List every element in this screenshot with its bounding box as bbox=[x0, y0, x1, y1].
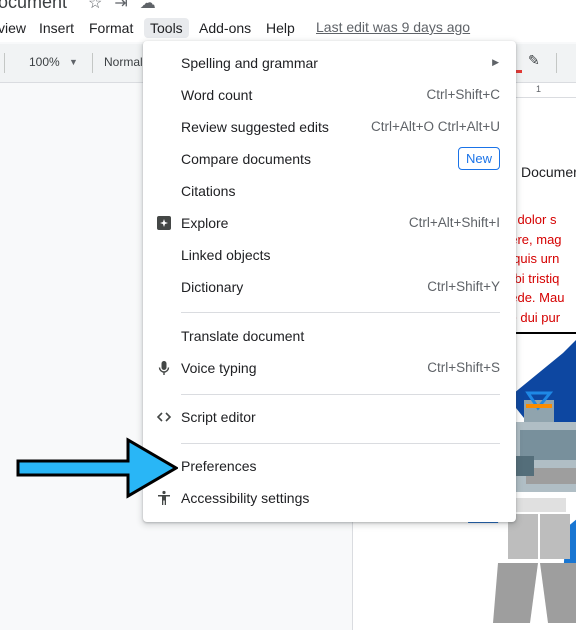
menu-item-label: Voice typing bbox=[181, 360, 257, 376]
document-title[interactable]: ocument bbox=[0, 0, 67, 13]
menu-item-label: Explore bbox=[181, 215, 229, 231]
menu-item-translate-document[interactable]: Translate document bbox=[143, 321, 516, 353]
submenu-arrow-icon: ▶ bbox=[492, 57, 499, 67]
menu-item-shortcut: Ctrl+Shift+Y bbox=[427, 279, 500, 294]
menu-help[interactable]: Help bbox=[266, 20, 295, 36]
menu-item-linked-objects[interactable]: Linked objects bbox=[143, 240, 516, 272]
menu-format[interactable]: Format bbox=[89, 20, 133, 36]
menu-divider bbox=[181, 443, 500, 444]
menu-item-accessibility-settings[interactable]: Accessibility settings bbox=[143, 483, 516, 515]
menu-item-label: Script editor bbox=[181, 409, 256, 425]
menu-item-label: Review suggested edits bbox=[181, 119, 329, 135]
document-heading: Documer bbox=[521, 164, 576, 180]
menu-item-shortcut: Ctrl+Alt+Shift+I bbox=[408, 215, 500, 230]
editing-mode-pencil-icon[interactable]: ✎ bbox=[528, 52, 540, 69]
menu-item-label: Preferences bbox=[181, 458, 257, 474]
callout-arrow-icon bbox=[16, 437, 178, 499]
title-icons: ☆ ⇥ ☁ bbox=[88, 0, 156, 13]
menu-item-label: Linked objects bbox=[181, 247, 271, 263]
menu-item-review-suggested-edits[interactable]: Review suggested edits Ctrl+Alt+O Ctrl+A… bbox=[143, 112, 516, 144]
menu-item-label: Word count bbox=[181, 87, 253, 103]
microphone-icon bbox=[156, 360, 172, 376]
menu-item-script-editor[interactable]: Script editor bbox=[143, 402, 516, 434]
menu-item-word-count[interactable]: Word count Ctrl+Shift+C bbox=[143, 80, 516, 112]
menu-item-preferences[interactable]: Preferences bbox=[143, 451, 516, 483]
toolbar-divider bbox=[92, 53, 93, 73]
menu-item-label: Translate document bbox=[181, 328, 305, 344]
menu-item-compare-documents[interactable]: Compare documents New bbox=[143, 144, 516, 176]
menu-insert[interactable]: Insert bbox=[39, 20, 74, 36]
menu-divider bbox=[181, 394, 500, 395]
ruler-mark: 1 bbox=[536, 84, 542, 94]
menu-item-voice-typing[interactable]: Voice typing Ctrl+Shift+S bbox=[143, 353, 516, 385]
menu-item-spelling-grammar[interactable]: Spelling and grammar ▶ bbox=[143, 48, 516, 80]
menu-item-label: Dictionary bbox=[181, 279, 244, 295]
move-icon[interactable]: ⇥ bbox=[114, 0, 127, 13]
cloud-icon[interactable]: ☁ bbox=[140, 0, 156, 13]
last-edit-link[interactable]: Last edit was 9 days ago bbox=[316, 19, 470, 35]
menu-item-label: Citations bbox=[181, 183, 236, 199]
menu-item-label: Compare documents bbox=[181, 151, 311, 167]
menu-item-citations[interactable]: Citations bbox=[143, 176, 516, 208]
menu-item-shortcut: Ctrl+Shift+S bbox=[427, 360, 500, 375]
menu-item-label: Accessibility settings bbox=[181, 490, 310, 506]
tools-menu: Spelling and grammar ▶ Word count Ctrl+S… bbox=[143, 41, 516, 522]
ruler: 1 bbox=[510, 83, 576, 98]
zoom-select[interactable]: 100% bbox=[29, 55, 60, 69]
new-badge: New bbox=[457, 147, 500, 170]
menu-item-dictionary[interactable]: Dictionary Ctrl+Shift+Y bbox=[143, 272, 516, 304]
menu-item-explore[interactable]: Explore Ctrl+Alt+Shift+I bbox=[143, 208, 516, 240]
menu-addons[interactable]: Add-ons bbox=[199, 20, 251, 36]
toolbar-divider bbox=[4, 53, 5, 73]
menu-view[interactable]: view bbox=[0, 20, 26, 36]
menu-divider bbox=[181, 312, 500, 313]
menu-tools[interactable]: Tools bbox=[144, 18, 189, 38]
toolbar-divider bbox=[556, 53, 557, 73]
menu-bar: view Insert Format Tools Add-ons Help La… bbox=[0, 14, 576, 42]
title-bar: ocument ☆ ⇥ ☁ bbox=[0, 0, 576, 14]
zoom-caret-icon[interactable]: ▼ bbox=[69, 57, 78, 67]
star-icon[interactable]: ☆ bbox=[88, 0, 102, 13]
menu-item-shortcut: Ctrl+Alt+O Ctrl+Alt+U bbox=[370, 119, 500, 134]
paragraph-style-select[interactable]: Normal bbox=[104, 55, 143, 69]
code-icon bbox=[156, 409, 172, 425]
explore-icon bbox=[156, 215, 172, 231]
menu-item-label: Spelling and grammar bbox=[181, 55, 318, 71]
menu-item-shortcut: Ctrl+Shift+C bbox=[426, 87, 500, 102]
